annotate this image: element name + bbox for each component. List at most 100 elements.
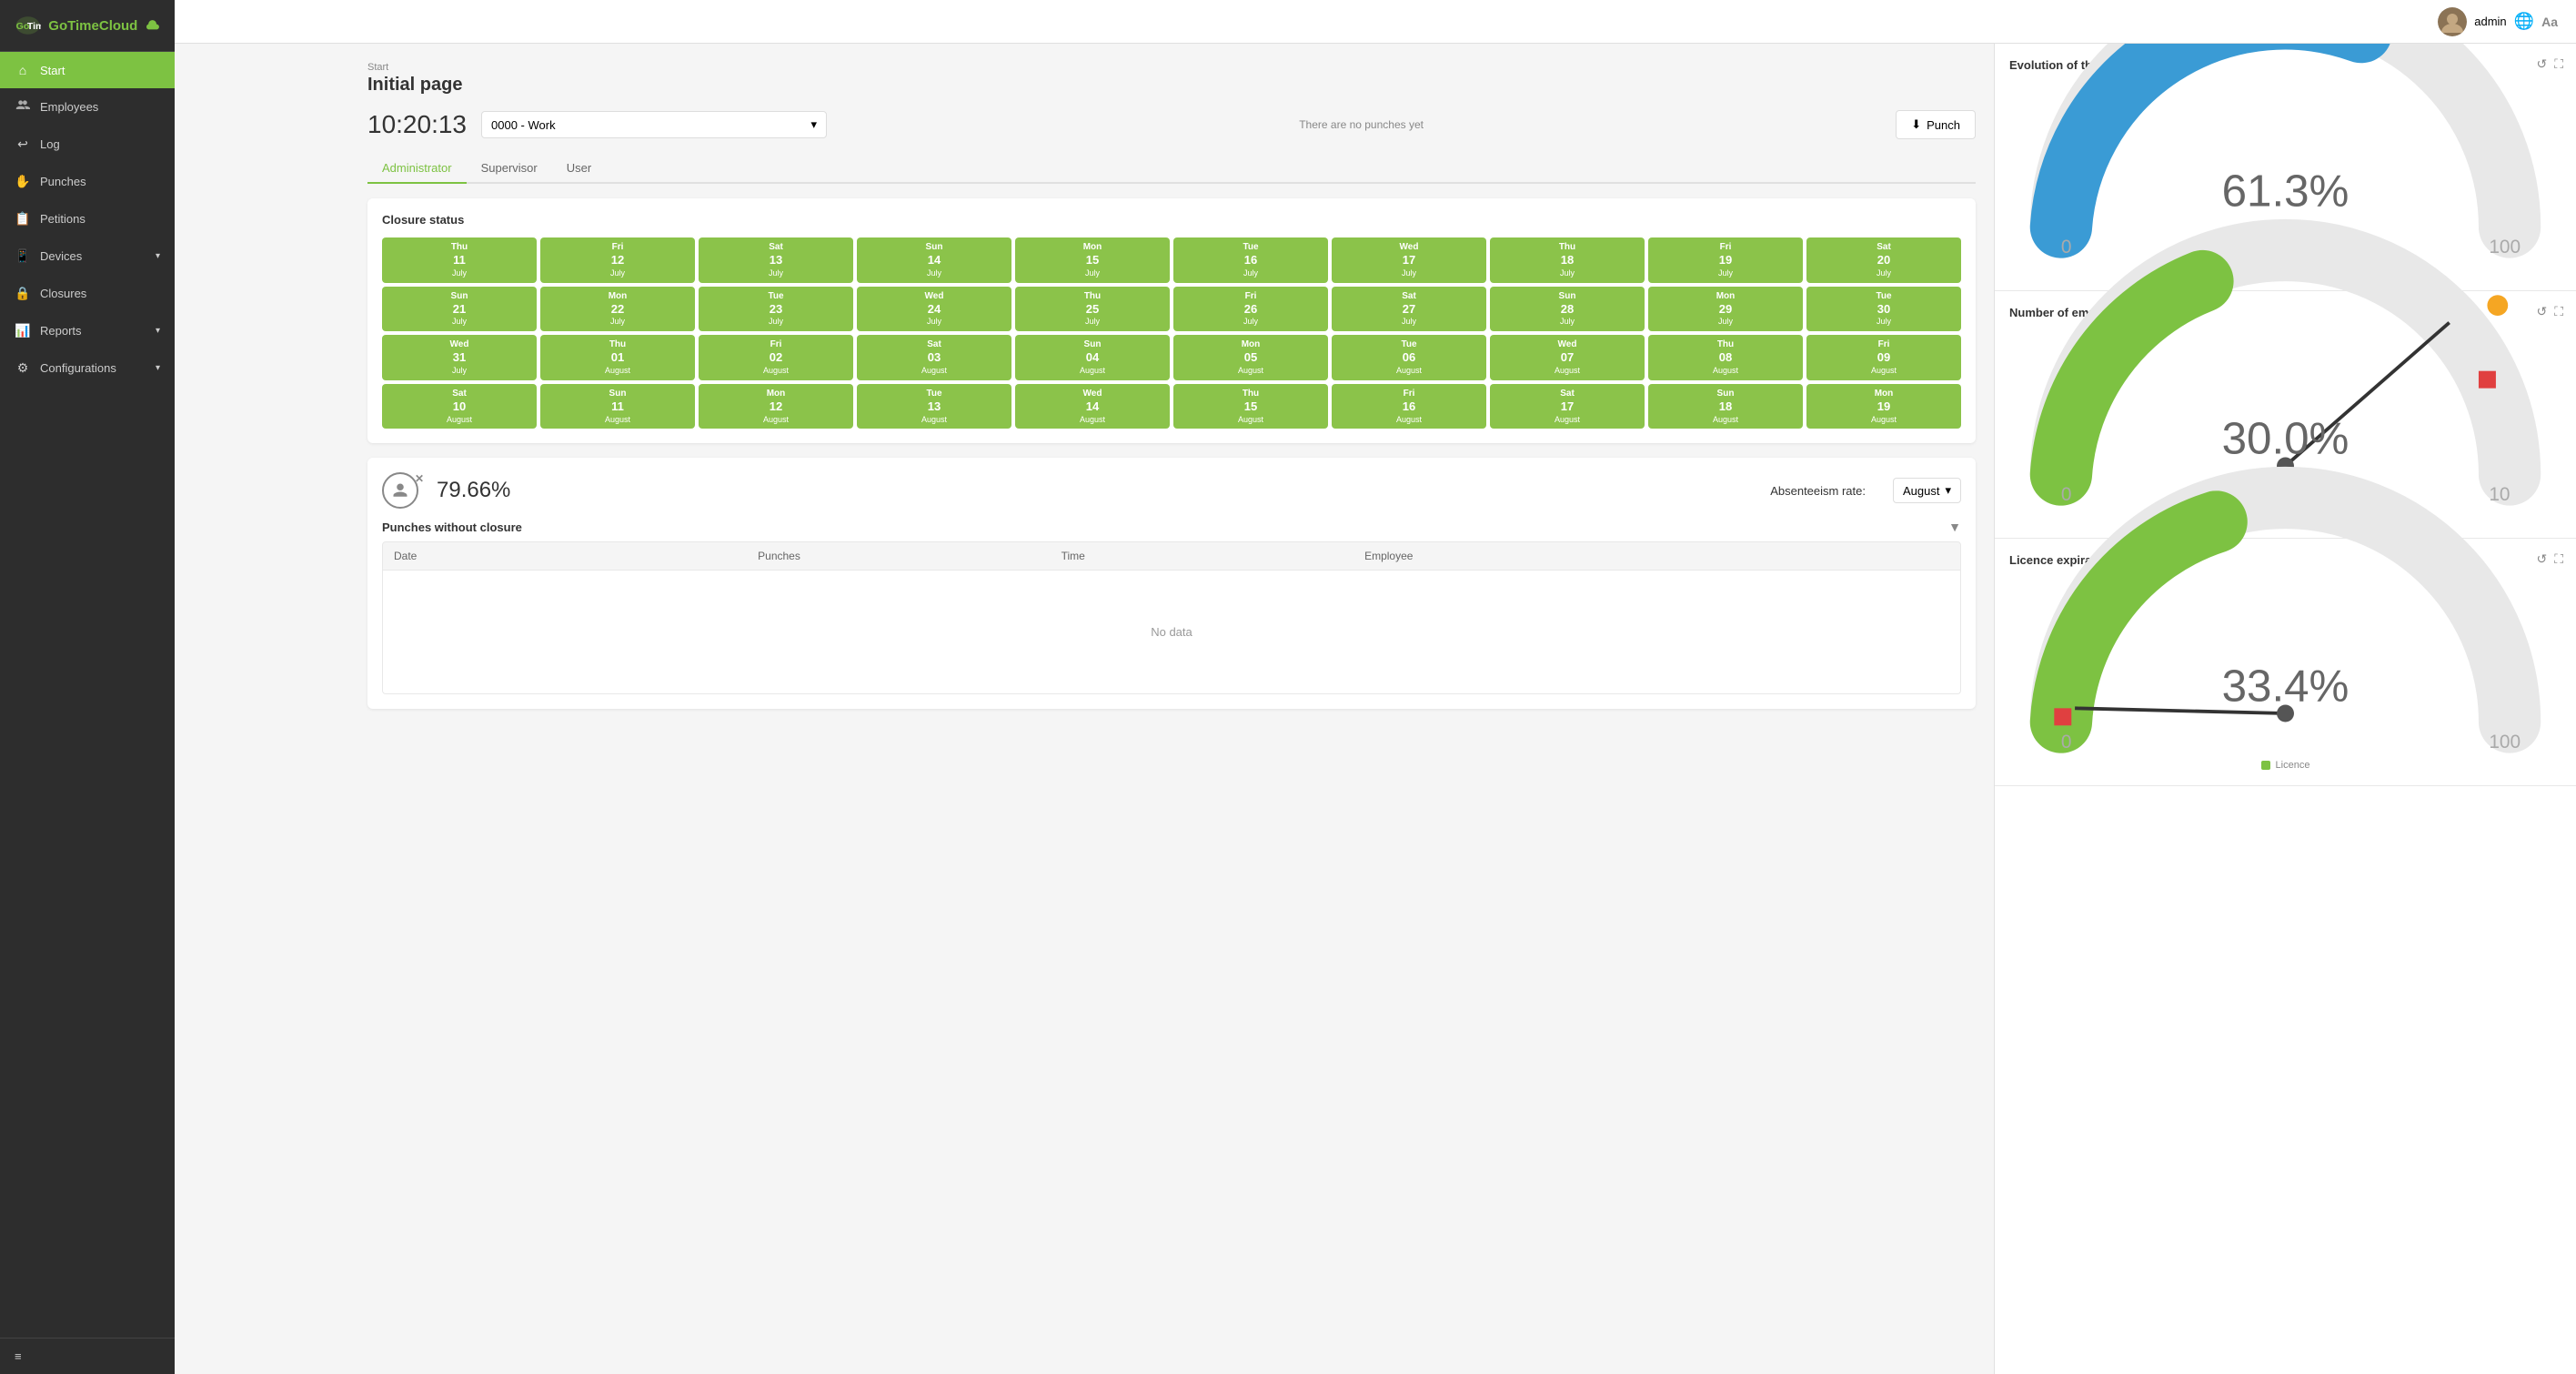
petitions-icon: 📋 — [15, 211, 31, 227]
closures-icon: 🔒 — [15, 286, 31, 301]
licence-gauge: 33.4% 0 100 — [2009, 574, 2561, 756]
work-select[interactable]: 0000 - Work ▾ — [481, 111, 827, 138]
chevron-down-icon: ▾ — [156, 363, 160, 373]
menu-toggle-icon[interactable]: ≡ — [15, 1349, 22, 1363]
breadcrumb: Start — [367, 62, 1976, 73]
config-icon: ⚙ — [15, 360, 31, 376]
left-panel: Start Initial page 10:20:13 0000 - Work … — [349, 44, 1994, 1374]
calendar-day: Wed24July — [857, 287, 1011, 332]
col-time: Time — [1051, 542, 1353, 570]
sidebar-item-petitions[interactable]: 📋 Petitions — [0, 200, 175, 237]
absenteeism-month-dropdown[interactable]: August ▾ — [1893, 478, 1961, 503]
calendar-day: Fri02August — [699, 335, 853, 380]
dropdown-chevron-icon: ▾ — [1945, 483, 1951, 498]
download-icon: ⬇ — [1911, 117, 1921, 132]
calendar-day: Wed07August — [1490, 335, 1645, 380]
sidebar-item-label: Petitions — [40, 212, 86, 226]
filter-icon[interactable]: ▼ — [1948, 520, 1961, 534]
sidebar-item-log[interactable]: ↩ Log — [0, 126, 175, 163]
calendar-day: Tue16July — [1173, 237, 1328, 283]
avatar — [2438, 7, 2467, 36]
sidebar-item-label: Punches — [40, 175, 86, 188]
licence-gauge-legend: Licence — [2009, 760, 2561, 771]
punch-label: Punch — [1927, 118, 1960, 132]
calendar-day: Sun14July — [857, 237, 1011, 283]
absent-x-mark: ✕ — [415, 472, 424, 485]
sidebar-item-reports[interactable]: 📊 Reports ▾ — [0, 312, 175, 349]
reports-icon: 📊 — [15, 323, 31, 338]
svg-text:33.4%: 33.4% — [2222, 661, 2350, 711]
calendar-day: Sat17August — [1490, 384, 1645, 429]
page-title: Initial page — [367, 75, 1976, 96]
avatar-image — [2438, 7, 2467, 36]
licence-legend-label: Licence — [2276, 760, 2310, 771]
col-employee: Employee — [1353, 542, 1960, 570]
calendar-day: Fri19July — [1648, 237, 1803, 283]
licence-gauge-svg: 33.4% 0 100 — [2009, 446, 2561, 756]
sidebar-item-configurations[interactable]: ⚙ Configurations ▾ — [0, 349, 175, 387]
select-chevron-icon: ▾ — [810, 117, 817, 132]
home-icon: ⌂ — [15, 63, 31, 77]
sidebar-item-label: Devices — [40, 249, 82, 263]
chevron-down-icon: ▾ — [156, 326, 160, 336]
calendar-day: Sat27July — [1332, 287, 1486, 332]
sidebar-footer[interactable]: ≡ — [0, 1338, 175, 1374]
sidebar-nav: ⌂ Start Employees ↩ Log ✋ Punches 📋 Peti… — [0, 52, 175, 1338]
calendar-day: Mon15July — [1015, 237, 1170, 283]
logo-cloud: Cloud — [99, 18, 138, 34]
closure-status-title: Closure status — [382, 213, 1961, 227]
calendar-day: Sun28July — [1490, 287, 1645, 332]
calendar-day: Mon12August — [699, 384, 853, 429]
cloud-icon — [146, 19, 160, 32]
calendar-day: Sun18August — [1648, 384, 1803, 429]
logo-accent: GoTime — [48, 18, 99, 34]
font-size-icon[interactable]: Aa — [2541, 15, 2558, 29]
clock-display: 10:20:13 — [367, 110, 467, 139]
licence-chart-section: Licence expiration (20/12/2024) ↺ ⛶ — [1995, 539, 2576, 786]
no-data-message: No data — [382, 571, 1961, 694]
sidebar-item-label: Configurations — [40, 361, 116, 375]
absenteeism-card: ✕ 79.66% Absenteeism rate: August ▾ Punc… — [367, 458, 1976, 709]
sidebar-item-punches[interactable]: ✋ Punches — [0, 163, 175, 200]
sidebar-item-devices[interactable]: 📱 Devices ▾ — [0, 237, 175, 275]
sidebar-item-closures[interactable]: 🔒 Closures — [0, 275, 175, 312]
sidebar-item-label: Closures — [40, 287, 86, 300]
calendar-day: Thu08August — [1648, 335, 1803, 380]
absenteeism-percentage: 79.66% — [437, 478, 510, 503]
calendar-day: Wed14August — [1015, 384, 1170, 429]
calendar-day: Thu15August — [1173, 384, 1328, 429]
calendar-day: Sat20July — [1806, 237, 1961, 283]
tab-user[interactable]: User — [552, 154, 606, 184]
logo-icon: Go Time — [15, 13, 41, 38]
calendar-day: Thu11July — [382, 237, 537, 283]
calendar-day: Mon29July — [1648, 287, 1803, 332]
calendar-day: Fri12July — [540, 237, 695, 283]
month-label: August — [1903, 484, 1939, 498]
sidebar-item-start[interactable]: ⌂ Start — [0, 52, 175, 88]
punches-icon: ✋ — [15, 174, 31, 189]
tab-supervisor[interactable]: Supervisor — [467, 154, 552, 184]
punch-button[interactable]: ⬇ Punch — [1896, 110, 1976, 139]
people-icon — [15, 99, 30, 112]
calendar-day: Tue06August — [1332, 335, 1486, 380]
calendar-day: Wed31July — [382, 335, 537, 380]
calendar-day: Fri26July — [1173, 287, 1328, 332]
calendar-day: Thu01August — [540, 335, 695, 380]
user-info: admin 🌐 Aa — [2438, 7, 2558, 36]
svg-text:Time: Time — [27, 21, 41, 32]
sidebar-item-employees[interactable]: Employees — [0, 88, 175, 126]
devices-icon: 📱 — [15, 248, 31, 264]
calendar-day: Thu25July — [1015, 287, 1170, 332]
tab-administrator[interactable]: Administrator — [367, 154, 467, 184]
absenteeism-row: ✕ 79.66% Absenteeism rate: August ▾ — [382, 472, 1961, 509]
calendar-day: Mon05August — [1173, 335, 1328, 380]
globe-icon[interactable]: 🌐 — [2514, 12, 2534, 31]
calendar-grid: Thu11JulyFri12JulySat13JulySun14JulyMon1… — [382, 237, 1961, 429]
calendar-day: Fri09August — [1806, 335, 1961, 380]
absent-person-icon: ✕ — [382, 472, 418, 509]
tabs: Administrator Supervisor User — [367, 154, 1976, 184]
right-panel: Evolution of the current period ↺ ⛶ 61.3… — [1994, 44, 2576, 1374]
calendar-day: Sun11August — [540, 384, 695, 429]
log-icon: ↩ — [15, 136, 31, 152]
calendar-day: Thu18July — [1490, 237, 1645, 283]
